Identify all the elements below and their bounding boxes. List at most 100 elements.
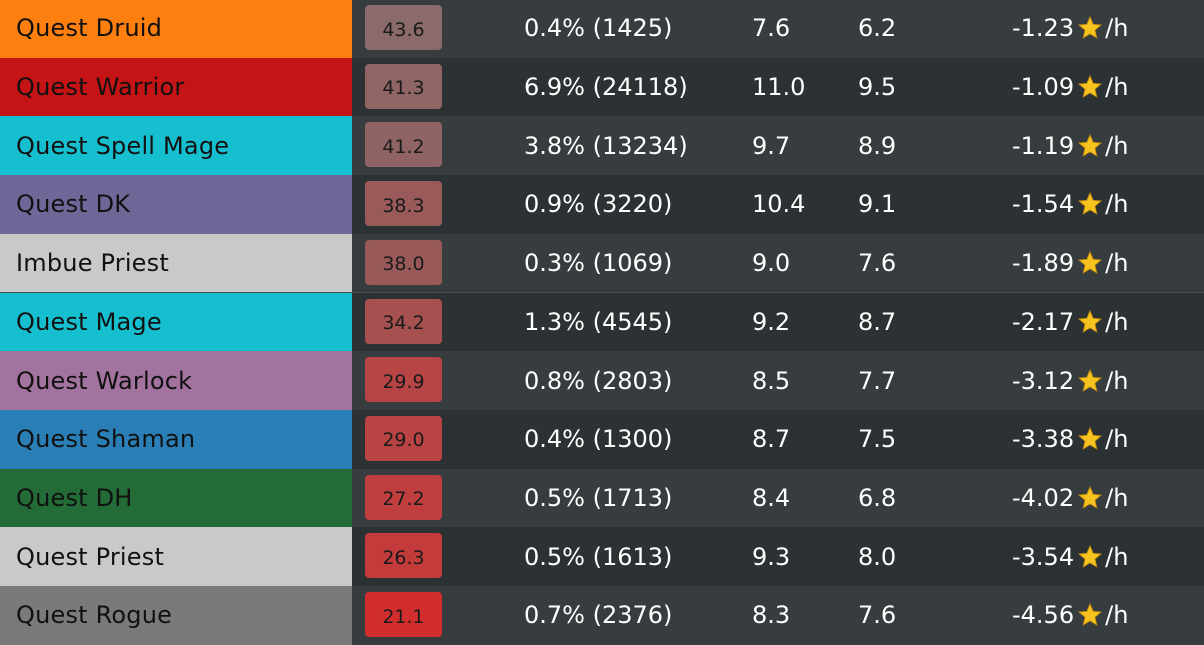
- turns-value: 7.7: [858, 366, 897, 395]
- turns-value: 9.1: [858, 190, 897, 219]
- star-icon: [1077, 309, 1103, 333]
- star-icon: [1077, 74, 1103, 98]
- winrate-badge: 21.1: [365, 592, 442, 637]
- duration-value: 9.3: [752, 542, 791, 571]
- winrate-badge: 38.0: [365, 239, 442, 285]
- per-hour-label: /h: [1105, 73, 1129, 102]
- winrate-badge: 43.6: [365, 5, 442, 50]
- climb-value: -4.02: [1012, 483, 1075, 512]
- deck-name-cell[interactable]: Quest Spell Mage: [0, 116, 352, 176]
- popularity-value: 0.4% (1425): [524, 14, 673, 43]
- star-icon: [1077, 427, 1103, 451]
- table-row[interactable]: Quest Warlock 29.9 0.8% (2803) 8.5 7.7 -…: [0, 351, 1204, 411]
- table-row[interactable]: Quest Warrior 41.3 6.9% (24118) 11.0 9.5…: [0, 57, 1204, 118]
- deck-name: Quest Rogue: [16, 601, 173, 630]
- popularity-value: 1.3% (4545): [524, 307, 673, 336]
- climb-speed: -1.23 /h: [1012, 0, 1128, 58]
- deck-name-cell[interactable]: Quest Mage: [0, 292, 352, 352]
- table-row[interactable]: Quest Priest 26.3 0.5% (1613) 9.3 8.0 -3…: [0, 527, 1204, 587]
- winrate-badge: 27.2: [365, 474, 442, 520]
- star-icon: [1077, 250, 1103, 275]
- climb-value: -1.54: [1012, 190, 1075, 219]
- winrate-badge: 38.3: [365, 181, 442, 227]
- duration-value: 8.7: [752, 425, 791, 454]
- table-row[interactable]: Quest DH 27.2 0.5% (1713) 8.4 6.8 -4.02 …: [0, 468, 1204, 529]
- per-hour-label: /h: [1105, 131, 1129, 160]
- turns-value: 7.6: [858, 601, 897, 630]
- deck-name: Quest DH: [16, 483, 133, 512]
- per-hour-label: /h: [1105, 307, 1129, 336]
- table-row[interactable]: Quest DK 38.3 0.9% (3220) 10.4 9.1 -1.54…: [0, 175, 1204, 235]
- popularity-value: 0.4% (1300): [524, 425, 673, 454]
- deck-name-cell[interactable]: Imbue Priest: [0, 233, 352, 293]
- star-icon: [1077, 16, 1103, 40]
- deck-name-cell[interactable]: Quest Warrior: [0, 57, 352, 117]
- winrate-badge: 41.2: [365, 122, 442, 168]
- table-row[interactable]: Quest Rogue 21.1 0.7% (2376) 8.3 7.6 -4.…: [0, 586, 1204, 645]
- deck-name: Imbue Priest: [16, 249, 169, 278]
- per-hour-label: /h: [1105, 190, 1129, 219]
- climb-speed: -4.56 /h: [1012, 586, 1128, 645]
- deck-name-cell[interactable]: Quest Warlock: [0, 351, 352, 410]
- turns-value: 8.9: [858, 131, 897, 160]
- climb-speed: -3.54 /h: [1012, 527, 1128, 586]
- deck-name: Quest Warlock: [16, 366, 193, 395]
- table-row[interactable]: Imbue Priest 38.0 0.3% (1069) 9.0 7.6 -1…: [0, 233, 1204, 294]
- climb-value: -1.23: [1012, 14, 1075, 43]
- popularity-value: 0.5% (1713): [524, 483, 673, 512]
- deck-name: Quest Warrior: [16, 73, 185, 102]
- per-hour-label: /h: [1105, 249, 1129, 278]
- deck-name-cell[interactable]: Quest DK: [0, 175, 352, 234]
- deck-name: Quest Spell Mage: [16, 131, 230, 160]
- duration-value: 8.4: [752, 483, 791, 512]
- duration-value: 7.6: [752, 14, 791, 43]
- turns-value: 6.2: [858, 14, 897, 43]
- duration-value: 9.7: [752, 131, 791, 160]
- turns-value: 9.5: [858, 73, 897, 102]
- climb-speed: -3.38 /h: [1012, 410, 1128, 469]
- popularity-value: 6.9% (24118): [524, 73, 688, 102]
- star-icon: [1077, 603, 1103, 627]
- winrate-badge: 26.3: [365, 533, 442, 579]
- winrate-badge: 34.2: [365, 298, 442, 344]
- turns-value: 7.5: [858, 425, 897, 454]
- climb-value: -2.17: [1012, 307, 1075, 336]
- table-row[interactable]: Quest Spell Mage 41.2 3.8% (13234) 9.7 8…: [0, 116, 1204, 177]
- table-row[interactable]: Quest Mage 34.2 1.3% (4545) 9.2 8.7 -2.1…: [0, 292, 1204, 353]
- deck-name-cell[interactable]: Quest Shaman: [0, 409, 352, 469]
- table-row[interactable]: Quest Shaman 29.0 0.4% (1300) 8.7 7.5 -3…: [0, 409, 1204, 470]
- turns-value: 6.8: [858, 483, 897, 512]
- star-icon: [1077, 544, 1103, 568]
- popularity-value: 0.9% (3220): [524, 190, 673, 219]
- popularity-value: 0.8% (2803): [524, 366, 673, 395]
- duration-value: 8.5: [752, 366, 791, 395]
- table-row[interactable]: Quest Druid 43.6 0.4% (1425) 7.6 6.2 -1.…: [0, 0, 1204, 59]
- deck-name-cell[interactable]: Quest Rogue: [0, 586, 352, 645]
- per-hour-label: /h: [1105, 542, 1129, 571]
- popularity-value: 3.8% (13234): [524, 131, 688, 160]
- deck-name: Quest Druid: [16, 14, 163, 43]
- popularity-value: 0.3% (1069): [524, 249, 673, 278]
- deck-name: Quest Priest: [16, 542, 165, 571]
- star-icon: [1077, 485, 1103, 509]
- climb-speed: -1.19 /h: [1012, 116, 1128, 175]
- climb-value: -1.89: [1012, 249, 1075, 278]
- popularity-value: 0.7% (2376): [524, 601, 673, 630]
- deck-stats-table: Quest Druid 43.6 0.4% (1425) 7.6 6.2 -1.…: [0, 0, 1204, 645]
- climb-value: -1.09: [1012, 73, 1075, 102]
- duration-value: 9.0: [752, 249, 791, 278]
- deck-name: Quest DK: [16, 190, 131, 219]
- climb-value: -3.12: [1012, 366, 1075, 395]
- deck-name-cell[interactable]: Quest Druid: [0, 0, 352, 58]
- popularity-value: 0.5% (1613): [524, 542, 673, 571]
- climb-value: -1.19: [1012, 131, 1075, 160]
- winrate-badge: 41.3: [365, 63, 442, 109]
- deck-name-cell[interactable]: Quest DH: [0, 468, 352, 528]
- duration-value: 10.4: [752, 190, 806, 219]
- deck-name-cell[interactable]: Quest Priest: [0, 527, 352, 586]
- duration-value: 8.3: [752, 601, 791, 630]
- climb-speed: -4.02 /h: [1012, 469, 1128, 528]
- per-hour-label: /h: [1105, 601, 1129, 630]
- star-icon: [1077, 368, 1103, 392]
- star-icon: [1077, 192, 1103, 216]
